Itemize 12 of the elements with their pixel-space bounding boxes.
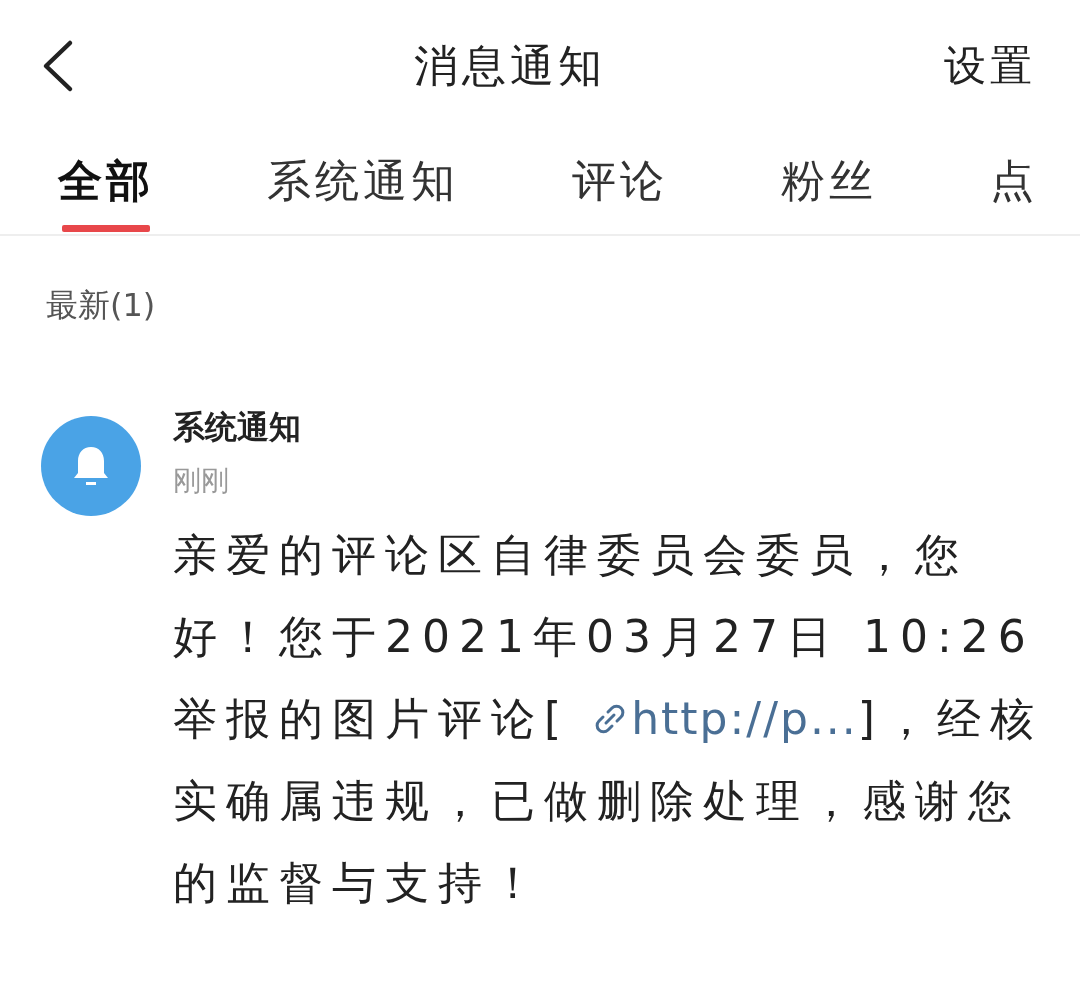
sender-name: 系统通知 [173,407,302,448]
tab[interactable]: 点 [990,132,1038,232]
tab[interactable]: 全部 [58,132,154,232]
tab[interactable]: 评论 [572,132,668,232]
tab[interactable]: 系统通知 [267,132,459,232]
message-text: 亲爱的评论区自律委员会委员，您好！您于2021年03月27日 10:26举报的图片评论[ http://p...]，经核实确属违规，已做删除处理，感谢您的监督与支持！ [173,528,1044,910]
link[interactable]: http://p... [593,693,858,744]
timestamp: 刚刚 [173,463,230,499]
page-title: 消息通知 [414,38,606,93]
section-label: 最新(1) [45,285,157,326]
tab[interactable]: 粉丝 [781,132,877,232]
settings-link[interactable]: 设置 [944,38,1036,94]
